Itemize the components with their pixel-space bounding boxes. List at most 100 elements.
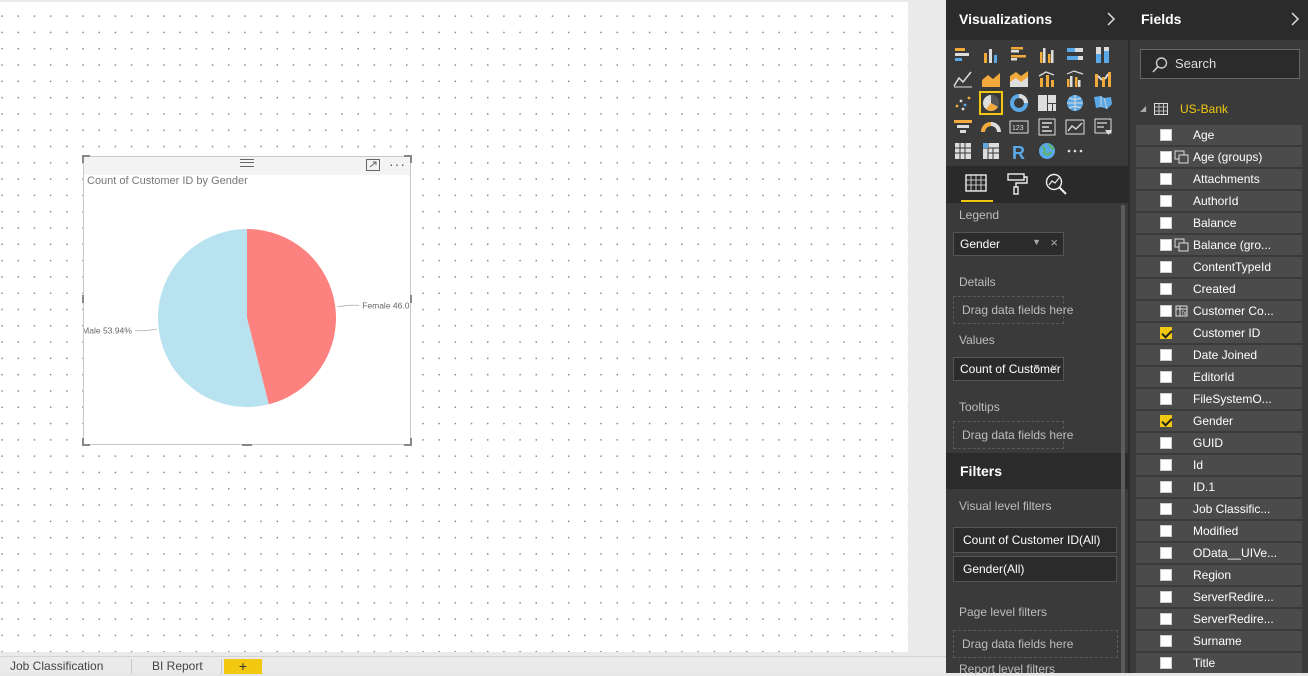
field-checkbox[interactable] (1160, 547, 1172, 559)
field-row[interactable]: Modified (1136, 521, 1302, 541)
field-checkbox[interactable] (1160, 349, 1172, 361)
field-checkbox[interactable] (1160, 437, 1172, 449)
values-field-pill[interactable]: Count of Customer ID ▼ × (953, 357, 1064, 381)
field-row[interactable]: Age (1136, 125, 1302, 145)
focus-mode-icon[interactable] (366, 159, 380, 171)
field-checkbox[interactable] (1160, 371, 1172, 383)
field-row[interactable]: ID.1 (1136, 477, 1302, 497)
field-checkbox[interactable] (1160, 613, 1172, 625)
analytics-tab[interactable] (1044, 172, 1070, 196)
line-chart-icon[interactable] (952, 68, 974, 90)
field-checkbox[interactable] (1160, 525, 1172, 537)
remove-field-icon[interactable]: × (1050, 360, 1058, 375)
donut-chart-icon[interactable] (1008, 92, 1030, 114)
field-checkbox[interactable] (1160, 657, 1172, 669)
stacked-area-chart-icon[interactable] (1008, 68, 1030, 90)
chevron-right-icon[interactable] (1290, 11, 1300, 27)
field-row[interactable]: Gender (1136, 411, 1302, 431)
kpi-icon[interactable] (1064, 116, 1086, 138)
field-row[interactable]: GUID (1136, 433, 1302, 453)
field-checkbox[interactable] (1160, 261, 1172, 273)
field-row[interactable]: AuthorId (1136, 191, 1302, 211)
field-row[interactable]: ContentTypeId (1136, 257, 1302, 277)
page-filters-drop-zone[interactable]: Drag data fields here (953, 630, 1118, 658)
100-stacked-column-chart-icon[interactable] (1092, 44, 1114, 66)
area-chart-icon[interactable] (980, 68, 1002, 90)
field-checkbox[interactable] (1160, 173, 1172, 185)
card-icon[interactable]: 123 (1008, 116, 1030, 138)
arcgis-map-icon[interactable] (1036, 140, 1058, 162)
field-row[interactable]: OData__UIVe... (1136, 543, 1302, 563)
search-box[interactable] (1140, 49, 1300, 79)
field-checkbox[interactable] (1160, 129, 1172, 141)
legend-field-pill[interactable]: Gender ▼ × (953, 232, 1064, 256)
field-row[interactable]: Attachments (1136, 169, 1302, 189)
field-row[interactable]: Title (1136, 653, 1302, 673)
field-checkbox[interactable] (1160, 569, 1172, 581)
field-row[interactable]: Balance (1136, 213, 1302, 233)
collapse-triangle-icon[interactable]: ◢ (1140, 104, 1146, 113)
filled-map-icon[interactable] (1092, 92, 1114, 114)
map-icon[interactable] (1064, 92, 1086, 114)
field-row[interactable]: Region (1136, 565, 1302, 585)
pie-chart-icon[interactable] (979, 91, 1003, 115)
resize-handle[interactable] (410, 295, 412, 303)
gauge-icon[interactable] (980, 116, 1002, 138)
details-drop-zone[interactable]: Drag data fields here (953, 296, 1073, 324)
field-checkbox[interactable] (1160, 327, 1172, 339)
field-row[interactable]: Created (1136, 279, 1302, 299)
field-checkbox[interactable] (1160, 283, 1172, 295)
field-row[interactable]: Surname (1136, 631, 1302, 651)
scatter-chart-icon[interactable] (952, 92, 974, 114)
field-checkbox[interactable] (1160, 459, 1172, 471)
more-visuals-icon[interactable] (1064, 140, 1086, 162)
100-stacked-bar-chart-icon[interactable] (1064, 44, 1086, 66)
fields-tab[interactable] (961, 172, 993, 202)
tooltips-drop-zone[interactable]: Drag data fields here (953, 421, 1073, 449)
field-checkbox[interactable] (1160, 635, 1172, 647)
field-checkbox[interactable] (1160, 591, 1172, 603)
page-tab-job-classification[interactable]: Job Classification (0, 659, 132, 674)
search-input[interactable] (1175, 56, 1295, 71)
field-checkbox[interactable] (1160, 481, 1172, 493)
more-options-icon[interactable]: ··· (389, 156, 406, 172)
ribbon-chart-icon[interactable] (1092, 68, 1114, 90)
field-row[interactable]: Id (1136, 455, 1302, 475)
field-checkbox[interactable] (1160, 217, 1172, 229)
filter-card-count-customer-id[interactable]: Count of Customer ID(All) (953, 527, 1117, 553)
table-us-bank[interactable]: ◢ US-Bank (1138, 100, 1308, 120)
field-row[interactable]: EditorId (1136, 367, 1302, 387)
matrix-icon[interactable] (980, 140, 1002, 162)
field-row[interactable]: ServerRedire... (1136, 609, 1302, 629)
pie-chart-visual[interactable]: ··· Count of Customer ID by Gender Femal… (82, 155, 412, 446)
funnel-icon[interactable] (952, 116, 974, 138)
dropdown-icon[interactable]: ▼ (1032, 237, 1041, 247)
field-checkbox[interactable] (1160, 305, 1172, 317)
field-row[interactable]: Balance (gro... (1136, 235, 1302, 255)
field-checkbox[interactable] (1160, 503, 1172, 515)
clustered-column-chart-icon[interactable] (1036, 44, 1058, 66)
field-row[interactable]: Age (groups) (1136, 147, 1302, 167)
resize-handle[interactable] (410, 155, 412, 163)
page-tab-bi-report[interactable]: BI Report (142, 659, 222, 674)
field-checkbox[interactable] (1160, 239, 1172, 251)
add-page-button[interactable]: + (224, 659, 262, 674)
r-visual-icon[interactable]: R (1008, 140, 1030, 163)
field-checkbox[interactable] (1160, 151, 1172, 163)
field-row[interactable]: ServerRedire... (1136, 587, 1302, 607)
field-row[interactable]: Job Classific... (1136, 499, 1302, 519)
chevron-right-icon[interactable] (1106, 11, 1116, 27)
field-row[interactable]: fx Customer Co... (1136, 301, 1302, 321)
field-row[interactable]: Date Joined (1136, 345, 1302, 365)
field-row[interactable]: FileSystemO... (1136, 389, 1302, 409)
stacked-column-chart-icon[interactable] (980, 44, 1002, 66)
treemap-icon[interactable] (1036, 92, 1058, 114)
field-row[interactable]: Customer ID (1136, 323, 1302, 343)
field-checkbox[interactable] (1160, 195, 1172, 207)
resize-handle[interactable] (410, 438, 412, 446)
report-page[interactable]: ··· Count of Customer ID by Gender Femal… (0, 2, 908, 652)
stacked-bar-chart-icon[interactable] (952, 44, 974, 66)
drag-grip-icon[interactable] (240, 159, 254, 167)
filter-card-gender[interactable]: Gender(All) (953, 556, 1117, 582)
remove-field-icon[interactable]: × (1050, 235, 1058, 250)
